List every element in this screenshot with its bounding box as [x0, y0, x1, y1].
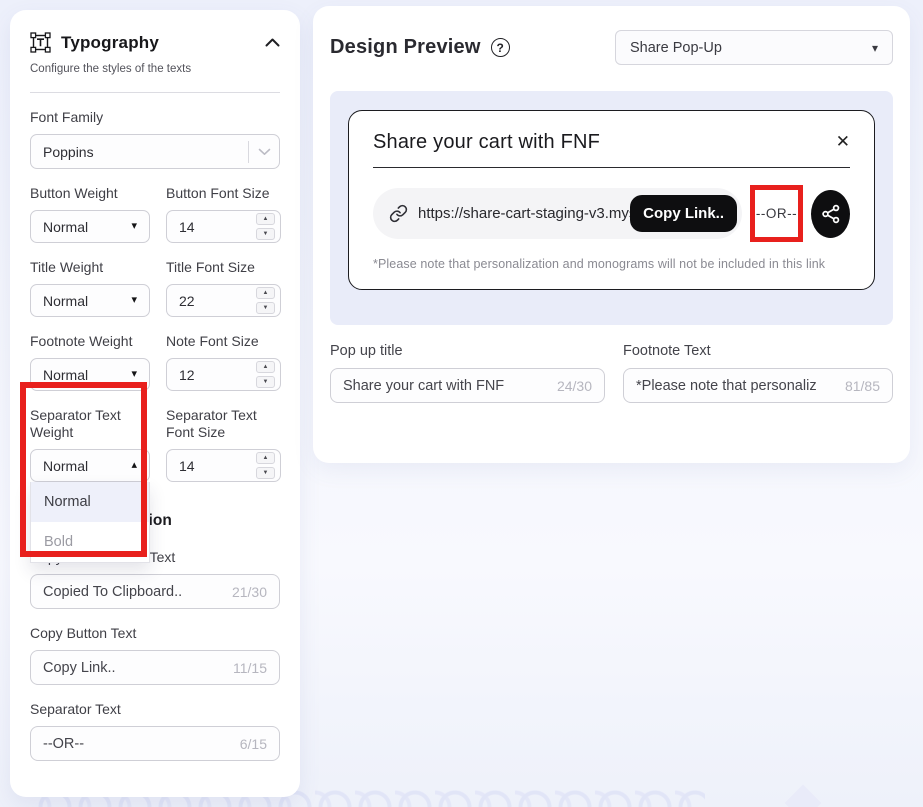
or-separator-text: --OR-- — [756, 206, 797, 221]
design-preview-title: Design Preview — [330, 36, 481, 59]
dropdown-option-bold[interactable]: Bold — [31, 522, 149, 562]
footnote-text-label: Footnote Text — [623, 343, 893, 359]
spinner-up-icon[interactable]: ▲ — [256, 287, 275, 299]
button-weight-label: Button Weight — [30, 185, 150, 202]
separator-font-size-input[interactable]: 14 ▲ ▼ — [166, 449, 281, 482]
note-font-size-label: Note Font Size — [166, 333, 281, 350]
help-question-icon[interactable]: ? — [491, 38, 510, 57]
typography-panel: Typography Configure the styles of the t… — [10, 10, 300, 797]
title-font-size-input[interactable]: 22 ▲ ▼ — [166, 284, 281, 317]
design-preview-panel: Design Preview ? Share Pop-Up ▾ Share yo… — [313, 6, 910, 463]
preview-view-select[interactable]: Share Pop-Up ▾ — [615, 30, 893, 65]
typography-header: Typography — [30, 32, 280, 53]
note-font-size-value: 12 — [179, 367, 195, 383]
font-family-value: Poppins — [43, 144, 94, 160]
popup-title-input[interactable]: Share your cart with FNF 24/30 — [330, 368, 605, 403]
footnote-weight-select[interactable]: Normal ▾ — [30, 358, 150, 391]
copy-link-button[interactable]: Copy Link.. — [630, 195, 737, 232]
page: Typography Configure the styles of the t… — [0, 0, 923, 807]
button-font-size-value: 14 — [179, 219, 195, 235]
footnote-weight-value: Normal — [43, 367, 88, 383]
share-card-title: Share your cart with FNF — [373, 131, 836, 154]
spinner-down-icon[interactable]: ▼ — [256, 228, 275, 240]
caret-up-icon: ▴ — [131, 460, 137, 471]
separator-text-label: Separator Text — [30, 701, 280, 718]
preview-view-value: Share Pop-Up — [630, 40, 722, 56]
spinner-up-icon[interactable]: ▲ — [256, 213, 275, 225]
spinner-up-icon[interactable]: ▲ — [256, 361, 275, 373]
separator-text-value: --OR-- — [43, 736, 84, 752]
separator-weight-label: Separator Text Weight — [30, 407, 150, 441]
char-counter: 6/15 — [240, 736, 267, 752]
copy-confirmation-input[interactable]: Copied To Clipboard.. 21/30 — [30, 574, 280, 609]
close-icon[interactable]: ✕ — [836, 133, 850, 150]
share-url-field[interactable]: https://share-cart-staging-v3.mys Copy L… — [373, 188, 742, 239]
title-weight-label: Title Weight — [30, 259, 150, 276]
separator-font-size-value: 14 — [179, 458, 195, 474]
font-family-select[interactable]: Poppins — [30, 134, 280, 169]
char-counter: 81/85 — [845, 378, 880, 394]
share-url-text: https://share-cart-staging-v3.mys — [418, 205, 630, 222]
caret-down-icon: ▾ — [131, 295, 137, 306]
font-family-label: Font Family — [30, 109, 280, 126]
footnote-text-input[interactable]: *Please note that personaliz 81/85 — [623, 368, 893, 403]
collapse-chevron-up-icon[interactable] — [265, 38, 280, 47]
note-font-size-input[interactable]: 12 ▲ ▼ — [166, 358, 281, 391]
char-counter: 11/15 — [233, 660, 267, 676]
chevron-down-icon — [258, 148, 271, 156]
share-button[interactable] — [811, 190, 850, 238]
footnote-text-value: *Please note that personaliz — [636, 378, 817, 394]
footnote-weight-label: Footnote Weight — [30, 333, 150, 350]
share-card-note: *Please note that personalization and mo… — [373, 257, 850, 271]
popup-title-value: Share your cart with FNF — [343, 378, 504, 394]
separator-weight-dropdown: Normal Bold — [30, 482, 150, 563]
button-weight-select[interactable]: Normal ▾ — [30, 210, 150, 243]
typography-icon — [30, 32, 51, 53]
divider — [30, 92, 280, 93]
spinner-down-icon[interactable]: ▼ — [256, 302, 275, 314]
button-font-size-label: Button Font Size — [166, 185, 281, 202]
caret-down-icon: ▾ — [131, 369, 137, 380]
preview-area: Share your cart with FNF ✕ https://share… — [330, 91, 893, 325]
select-divider — [248, 141, 249, 163]
char-counter: 21/30 — [232, 584, 267, 600]
separator-weight-select[interactable]: Normal ▴ — [30, 449, 150, 482]
copy-button-text-label: Copy Button Text — [30, 625, 280, 642]
dropdown-option-normal[interactable]: Normal — [31, 482, 149, 522]
link-icon — [389, 204, 408, 223]
button-weight-value: Normal — [43, 219, 88, 235]
title-weight-select[interactable]: Normal ▾ — [30, 284, 150, 317]
copy-button-text-input[interactable]: Copy Link.. 11/15 — [30, 650, 280, 685]
title-font-size-value: 22 — [179, 293, 195, 309]
separator-font-size-label: Separator Text Font Size — [166, 407, 281, 441]
separator-weight-value: Normal — [43, 458, 88, 474]
caret-down-icon: ▾ — [872, 41, 878, 55]
spinner-down-icon[interactable]: ▼ — [256, 376, 275, 388]
char-counter: 24/30 — [557, 378, 592, 394]
background-diamond — [785, 785, 822, 807]
card-divider — [373, 167, 850, 168]
share-popup-card: Share your cart with FNF ✕ https://share… — [348, 110, 875, 290]
spinner-up-icon[interactable]: ▲ — [256, 452, 275, 464]
popup-title-label: Pop up title — [330, 343, 605, 359]
caret-down-icon: ▾ — [131, 221, 137, 232]
title-weight-value: Normal — [43, 293, 88, 309]
annotation-highlight-separator: --OR-- — [750, 185, 803, 242]
spinner-down-icon[interactable]: ▼ — [256, 467, 275, 479]
copy-confirmation-value: Copied To Clipboard.. — [43, 584, 182, 600]
button-font-size-input[interactable]: 14 ▲ ▼ — [166, 210, 281, 243]
title-font-size-label: Title Font Size — [166, 259, 281, 276]
typography-panel-subtitle: Configure the styles of the texts — [30, 63, 280, 75]
share-nodes-icon — [820, 203, 842, 225]
separator-text-input[interactable]: --OR-- 6/15 — [30, 726, 280, 761]
typography-panel-title: Typography — [61, 33, 255, 53]
copy-button-text-value: Copy Link.. — [43, 660, 116, 676]
